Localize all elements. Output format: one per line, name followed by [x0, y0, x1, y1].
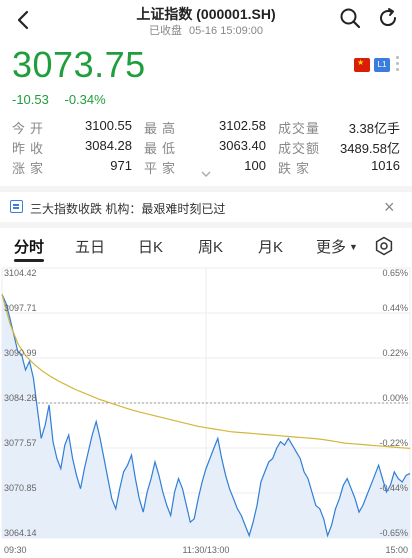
stat-value: 1016	[371, 158, 400, 173]
news-headline[interactable]: 三大指数收跌 机构：最艰难时刻已过	[30, 200, 225, 217]
close-icon[interactable]: ×	[384, 196, 395, 218]
stat-label: 最低	[144, 141, 181, 156]
more-dots-icon[interactable]	[396, 56, 400, 76]
tab-more-label: 更多	[316, 239, 347, 256]
dropdown-caret-icon: ▼	[349, 242, 358, 252]
stat-value: 3084.28	[85, 138, 132, 153]
change-percent: -0.34%	[64, 92, 106, 107]
y-axis-right-label: 0.65%	[382, 268, 408, 278]
stats-row: 昨收 3084.28 最低 3063.40 成交额 3489.58亿	[12, 138, 402, 158]
refresh-icon[interactable]	[376, 6, 400, 30]
y-axis-right-label: 0.44%	[382, 303, 408, 313]
y-axis-right-label: 0.22%	[382, 348, 408, 358]
y-axis-left-label: 3070.85	[4, 483, 37, 493]
tab-intraday[interactable]: 分时	[14, 236, 44, 257]
stat-label: 昨收	[12, 141, 49, 156]
tab-daily-k[interactable]: 日K	[138, 236, 163, 257]
stat-label: 跌家	[278, 161, 315, 176]
stat-label: 成交量	[278, 121, 321, 136]
search-icon[interactable]	[338, 6, 362, 30]
y-axis-left-label: 3097.71	[4, 303, 37, 313]
news-icon	[10, 200, 23, 213]
stat-label: 成交额	[278, 141, 321, 156]
y-axis-right-label: -0.65%	[379, 528, 408, 538]
stat-value: 3.38亿手	[348, 121, 400, 136]
tab-monthly-k[interactable]: 月K	[258, 236, 283, 257]
top-bar: 上证指数 (000001.SH) 已收盘 05-16 15:09:00	[0, 0, 412, 40]
y-axis-left-label: 3077.57	[4, 438, 37, 448]
expand-chevron-icon[interactable]	[200, 170, 212, 178]
stat-value: 3063.40	[219, 138, 266, 153]
y-axis-left-label: 3104.42	[4, 268, 37, 278]
y-axis-right-label: 0.00%	[382, 393, 408, 403]
price-change: -10.53 -0.34%	[12, 92, 118, 107]
stats-row: 今开 3100.55 最高 3102.58 成交量 3.38亿手	[12, 118, 402, 138]
intraday-chart[interactable]: 3104.42 3097.71 3090.99 3084.28 3077.57 3070.…	[0, 264, 412, 558]
change-amount: -10.53	[12, 92, 49, 107]
status-datetime: 05-16 15:09:00	[189, 25, 264, 37]
x-axis-label: 11:30/13:00	[183, 545, 230, 555]
stat-label: 涨家	[12, 161, 49, 176]
stats-grid: 今开 3100.55 最高 3102.58 成交量 3.38亿手 昨收 3084…	[12, 118, 402, 178]
tab-five-day[interactable]: 五日	[75, 236, 105, 257]
stat-value: 3102.58	[219, 118, 266, 133]
stat-value: 3489.58亿	[340, 141, 400, 156]
tab-weekly-k[interactable]: 周K	[198, 236, 223, 257]
y-axis-right-label: -0.44%	[379, 483, 408, 493]
active-tab-indicator	[14, 259, 44, 262]
y-axis-left-label: 3090.99	[4, 348, 37, 358]
section-divider	[0, 186, 412, 192]
section-divider	[0, 222, 412, 228]
level-badge[interactable]: L1	[374, 58, 390, 72]
stat-value: 971	[110, 158, 132, 173]
stat-value: 3100.55	[85, 118, 132, 133]
stat-label: 最高	[144, 121, 181, 136]
tab-more[interactable]: 更多 ▼	[316, 236, 358, 257]
status-label: 已收盘	[148, 25, 182, 37]
settings-icon[interactable]	[374, 236, 394, 256]
x-axis-label: 09:30	[4, 545, 27, 555]
china-flag-icon	[354, 58, 370, 72]
x-axis-label: 15:00	[385, 545, 408, 555]
stat-label: 今开	[12, 121, 49, 136]
y-axis-right-label: -0.22%	[379, 438, 408, 448]
current-price: 3073.75	[12, 44, 146, 85]
y-axis-left-label: 3064.14	[4, 528, 37, 538]
chart-tabs: 分时 五日 日K 周K 月K 更多 ▼	[0, 232, 412, 262]
news-banner[interactable]: 三大指数收跌 机构：最艰难时刻已过 ×	[0, 194, 412, 220]
y-axis-left-label: 3084.28	[4, 393, 37, 403]
stat-label: 平家	[144, 161, 181, 176]
